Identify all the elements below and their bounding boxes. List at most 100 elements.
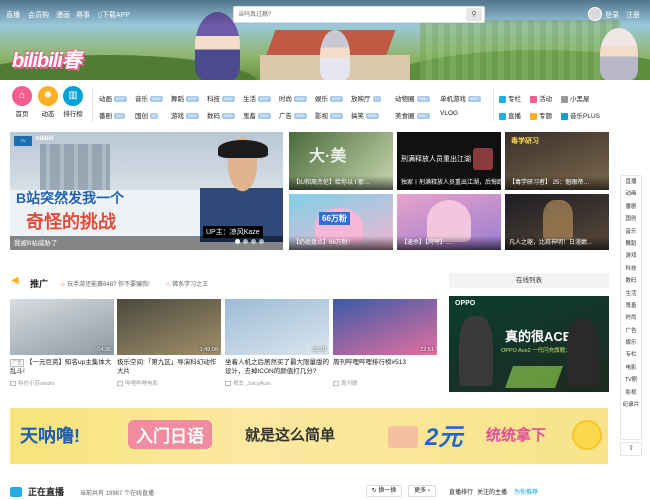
nav-member-shop[interactable]: 会员购 <box>28 10 49 20</box>
category-item-1[interactable]: 国创 95 <box>135 110 159 120</box>
feature-card[interactable]: 凡人之躯，比肩神明！日漫巅… <box>505 194 609 250</box>
hot-link-2[interactable]: ♨ 佛系学习之王 <box>165 279 208 288</box>
video-card[interactable]: 22:51 周刊哔哩哔哩排行榜#513 周刊娘 <box>333 299 437 387</box>
video-uploader[interactable]: 哔哩哔哩电影 <box>117 379 221 387</box>
video-title[interactable]: 广告 【一元巨资】知名up主集体大乱斗! <box>10 358 114 376</box>
carousel-dots[interactable] <box>235 239 264 246</box>
divider <box>493 88 494 122</box>
tab-live-rank[interactable]: 直播排行 <box>449 487 473 496</box>
side-nav-item[interactable]: 广告 <box>621 325 641 337</box>
category-item-4[interactable]: 生活 999+ <box>243 93 272 103</box>
side-nav-item[interactable]: 电影 <box>621 362 641 374</box>
side-nav-item[interactable]: 直播 <box>621 176 641 188</box>
primary-cat-home[interactable]: ⌂ 首页 <box>10 86 34 118</box>
video-uploader[interactable]: 周刊娘 <box>333 379 437 387</box>
scroll-top-button[interactable]: ⇧ <box>620 442 642 456</box>
quick-link-icon <box>530 112 537 120</box>
side-nav-item[interactable]: 番剧 <box>621 201 641 213</box>
category-item-4[interactable]: 鬼畜 999+ <box>243 110 272 120</box>
video-uploader[interactable]: 视车_JuicyAuto <box>225 379 329 387</box>
side-nav-item[interactable]: 娱乐 <box>621 337 641 349</box>
bilibili-logo[interactable]: bilibili春 <box>12 44 92 72</box>
more-button[interactable]: 更多 › <box>408 485 436 497</box>
side-nav-item[interactable]: 鬼畜 <box>621 300 641 312</box>
category-item-7[interactable]: 放映厅 71 <box>351 93 381 103</box>
feature-card[interactable]: 【速杀】【阿夸】… <box>397 194 501 250</box>
category-item-3[interactable]: 科技 999+ <box>207 93 236 103</box>
hero-carousel[interactable]: TV bilibili B站突然发我一个 奇怪的挑战 UP主：凉风Kaze 我被… <box>10 132 283 250</box>
category-label: 国创 <box>135 113 148 120</box>
video-thumbnail[interactable]: 1:49:08 <box>117 299 221 355</box>
category-item-8[interactable]: 美食圈 999+ <box>395 110 430 120</box>
tab-followed[interactable]: 关注的主播 <box>477 487 507 496</box>
video-card[interactable]: 04:35 广告 【一元巨资】知名up主集体大乱斗! 特伦小苏studio <box>10 299 114 387</box>
quick-link-2[interactable]: 小黑屋 <box>561 93 590 103</box>
quick-link-1[interactable]: 活动 <box>530 93 552 103</box>
primary-cat-dynamic[interactable]: ✺ 动态 <box>36 86 60 118</box>
side-nav-item[interactable]: 时尚 <box>621 312 641 324</box>
hot-link-1[interactable]: ♨ 玩手游还能赢648? 你不要骗我! <box>60 279 150 288</box>
side-nav-item[interactable]: 数码 <box>621 275 641 287</box>
ad-oppo[interactable]: OPPO 真的很ACE OPPO Ace2 一代闪充旗舰大作战 <box>449 296 609 392</box>
side-nav-item[interactable]: 生活 <box>621 288 641 300</box>
category-item-7[interactable]: 搞笑 999+ <box>351 110 380 120</box>
video-title[interactable]: 极乐空间:「第九区」导演科幻动作大片 <box>117 358 221 376</box>
quick-link-5[interactable]: 音乐PLUS <box>561 110 600 120</box>
side-nav-item[interactable]: 专栏 <box>621 349 641 361</box>
category-item-9[interactable]: VLOG <box>440 110 458 117</box>
ranking-header[interactable]: 在线列表 <box>449 273 609 288</box>
side-nav-item[interactable]: 纪录片 <box>621 399 641 411</box>
category-count-badge: 999+ <box>114 96 128 103</box>
side-nav-item[interactable]: 游戏 <box>621 250 641 262</box>
uploader-name: 特伦小苏studio <box>18 381 55 387</box>
side-nav-item[interactable]: 科技 <box>621 263 641 275</box>
tab-recommend[interactable]: 为你推荐 <box>514 487 538 496</box>
category-item-1[interactable]: 音乐 999+ <box>135 93 164 103</box>
feature-card[interactable]: 刑满释放人员重出江湖 独家丨刑满释放人员重出江湖，后悔跑吧… <box>397 132 501 190</box>
nav-live[interactable]: 直播 <box>6 10 20 20</box>
register-link[interactable]: 注册 <box>626 10 640 20</box>
video-thumbnail[interactable]: 04:35 <box>10 299 114 355</box>
primary-cat-ranking[interactable]: ▥ 排行榜 <box>60 86 86 118</box>
refresh-button[interactable]: ↻ 换一换 <box>366 485 402 497</box>
quick-link-0[interactable]: 专栏 <box>499 93 521 103</box>
avatar[interactable] <box>588 7 602 21</box>
category-item-0[interactable]: 番剧 130 <box>99 110 125 120</box>
category-item-6[interactable]: 娱乐 999+ <box>315 93 344 103</box>
video-card[interactable]: 1:49:08 极乐空间:「第九区」导演科幻动作大片哔哩哔哩电影 <box>117 299 221 387</box>
feature-card[interactable]: 66万粉 【奶姐盘点】66万粉！ <box>289 194 393 250</box>
category-item-8[interactable]: 动物圈 999+ <box>395 93 430 103</box>
nav-esports[interactable]: 赛事 <box>76 10 90 20</box>
hot-link-text: 玩手游还能赢648? 你不要骗我! <box>67 282 150 288</box>
quick-link-4[interactable]: 专题 <box>530 110 552 120</box>
video-thumbnail[interactable]: 18:19 <box>225 299 329 355</box>
ad-banner-japanese[interactable]: 天呐噜! 入门日语 就是这么简单 2元 统统拿下 <box>10 408 608 464</box>
nav-manga[interactable]: 漫画 <box>56 10 70 20</box>
side-nav-item[interactable]: 动画 <box>621 188 641 200</box>
side-nav-item[interactable]: 舞蹈 <box>621 238 641 250</box>
search-input[interactable] <box>234 7 454 22</box>
side-nav-item[interactable]: 影视 <box>621 387 641 399</box>
category-item-5[interactable]: 广告 999+ <box>279 110 308 120</box>
category-item-0[interactable]: 动画 999+ <box>99 93 128 103</box>
video-card[interactable]: 18:19 坐着人机之后居然买了最大限量版的设计，去掉ICON的颜值打几分? 视车_… <box>225 299 329 387</box>
feature-card[interactable]: 大·美 【IU和周杰伦】给你以 I 那… <box>289 132 393 190</box>
category-item-2[interactable]: 舞蹈 999+ <box>171 93 200 103</box>
side-nav-item[interactable]: 国创 <box>621 213 641 225</box>
side-nav-item[interactable]: 音乐 <box>621 226 641 238</box>
quick-link-3[interactable]: 直播 <box>499 110 521 120</box>
category-item-2[interactable]: 游戏 999+ <box>171 110 200 120</box>
video-title[interactable]: 周刊哔哩哔哩排行榜#513 <box>333 358 437 376</box>
category-item-3[interactable]: 数码 999+ <box>207 110 236 120</box>
side-nav-item[interactable]: TV剧 <box>621 374 641 386</box>
login-link[interactable]: 登录 <box>605 10 619 20</box>
video-uploader[interactable]: 特伦小苏studio <box>10 379 114 387</box>
video-title[interactable]: 坐着人机之后居然买了最大限量版的设计，去掉ICON的颜值打几分? <box>225 358 329 376</box>
category-item-6[interactable]: 影视 999+ <box>315 110 344 120</box>
nav-download-app[interactable]: ▯下载APP <box>98 10 130 20</box>
feature-card[interactable]: 毒学研习 【毒学研习者】 25：魁眼帝… <box>505 132 609 190</box>
category-item-9[interactable]: 单机游戏 999+ <box>440 93 482 103</box>
search-icon[interactable]: ⚲ <box>466 8 482 21</box>
category-item-5[interactable]: 时尚 999+ <box>279 93 308 103</box>
video-thumbnail[interactable]: 22:51 <box>333 299 437 355</box>
